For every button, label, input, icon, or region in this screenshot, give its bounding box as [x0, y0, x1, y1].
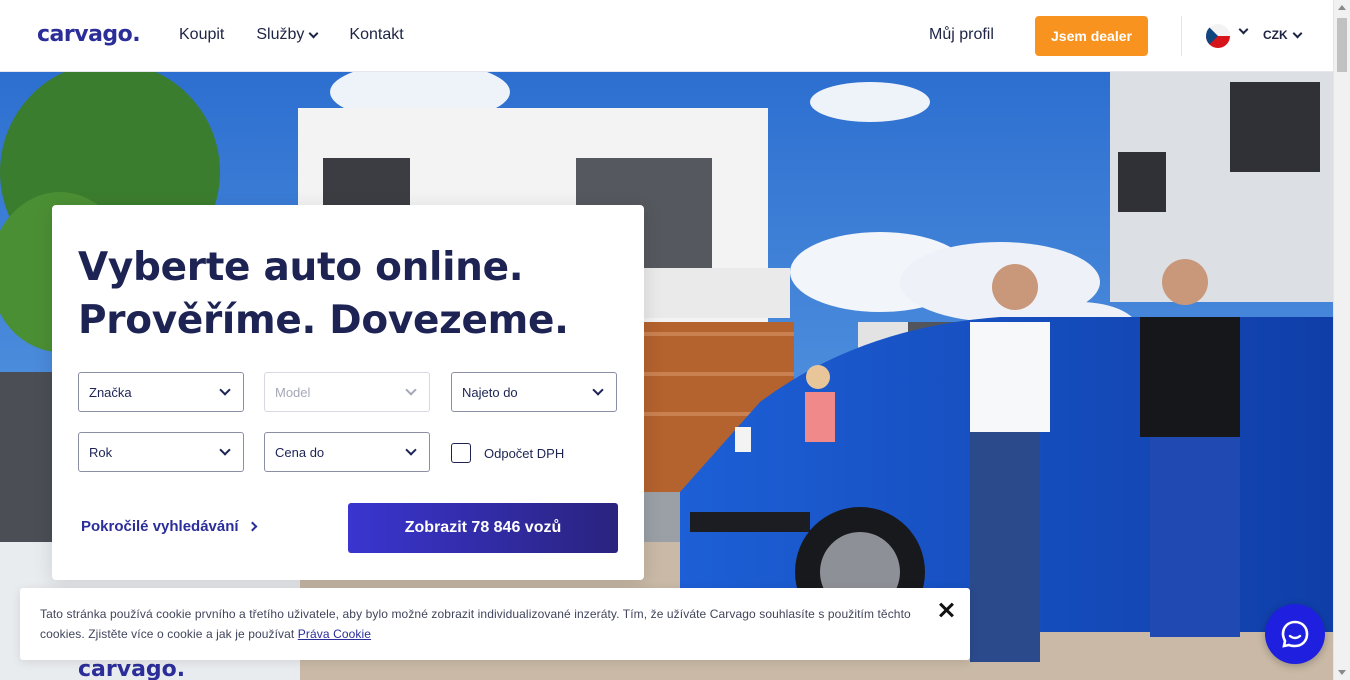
search-card: Vyberte auto online. Prověříme. Dovezeme…: [52, 205, 644, 580]
brand-select[interactable]: Značka: [78, 372, 244, 412]
nav-kontakt-label: Kontakt: [349, 26, 404, 43]
scroll-down-arrow-icon[interactable]: [1338, 670, 1346, 675]
nav-sluzby[interactable]: Služby: [256, 26, 319, 44]
carvago-logo[interactable]: carvago.: [37, 22, 141, 47]
chevron-down-icon: [592, 384, 604, 396]
chat-button[interactable]: [1265, 604, 1325, 664]
headline-line-2: Prověříme. Dovezeme.: [78, 298, 569, 343]
scroll-thumb[interactable]: [1337, 18, 1347, 72]
advanced-search-label: Pokročilé vyhledávání: [81, 518, 239, 535]
page-scrollbar[interactable]: [1333, 0, 1350, 680]
cookie-banner: Tato stránka používá cookie prvního a tř…: [20, 588, 970, 660]
advanced-search-link[interactable]: Pokročilé vyhledávání: [81, 518, 258, 535]
profile-link[interactable]: Můj profil: [929, 26, 994, 44]
nav-kontakt[interactable]: Kontakt: [349, 26, 403, 44]
dealer-button[interactable]: Jsem dealer: [1035, 16, 1148, 56]
mileage-select-label: Najeto do: [462, 384, 518, 400]
chat-icon: [1281, 620, 1309, 648]
currency-selector[interactable]: CZK: [1263, 28, 1303, 42]
price-select-label: Cena do: [275, 444, 325, 460]
nav-koupit-label: Koupit: [179, 26, 225, 43]
scroll-up-arrow-icon[interactable]: [1338, 5, 1346, 10]
price-select[interactable]: Cena do: [264, 432, 430, 472]
year-select-label: Rok: [89, 444, 113, 460]
chevron-down-icon: [405, 444, 417, 456]
header-divider: [1181, 16, 1182, 56]
cookie-message: Tato stránka používá cookie prvního a tř…: [40, 607, 911, 641]
truck-logo-lettering: carvago.: [78, 657, 185, 680]
mileage-select[interactable]: Najeto do: [451, 372, 617, 412]
nav-sluzby-label: Služby: [256, 26, 305, 43]
currency-label: CZK: [1263, 28, 1288, 42]
chevron-down-icon[interactable]: [1238, 24, 1249, 35]
year-select[interactable]: Rok: [78, 432, 244, 472]
vat-checkbox[interactable]: [451, 443, 471, 463]
headline-line-1: Vyberte auto online.: [78, 245, 524, 290]
chevron-down-icon: [1292, 28, 1303, 38]
show-cars-button[interactable]: Zobrazit 78 846 vozů: [348, 503, 618, 553]
cookie-text: Tato stránka používá cookie prvního a tř…: [40, 604, 920, 644]
chevron-down-icon: [219, 444, 231, 456]
close-icon[interactable]: [938, 602, 954, 618]
brand-select-label: Značka: [89, 384, 132, 400]
vat-checkbox-label[interactable]: Odpočet DPH: [484, 446, 564, 461]
chevron-right-icon: [247, 521, 258, 532]
cookie-policy-link[interactable]: Práva Cookie: [298, 627, 371, 641]
model-select-label: Model: [275, 384, 311, 400]
model-select[interactable]: Model: [264, 372, 430, 412]
chevron-down-icon: [405, 384, 417, 396]
chevron-down-icon: [219, 384, 231, 396]
chevron-down-icon: [308, 28, 319, 38]
page-title: Vyberte auto online. Prověříme. Dovezeme…: [78, 241, 569, 347]
site-header: carvago. Koupit Služby Kontakt Můj profi…: [0, 0, 1333, 72]
czech-flag-icon[interactable]: [1206, 24, 1230, 48]
nav-koupit[interactable]: Koupit: [179, 26, 224, 44]
main-nav: Koupit Služby Kontakt: [179, 26, 404, 44]
